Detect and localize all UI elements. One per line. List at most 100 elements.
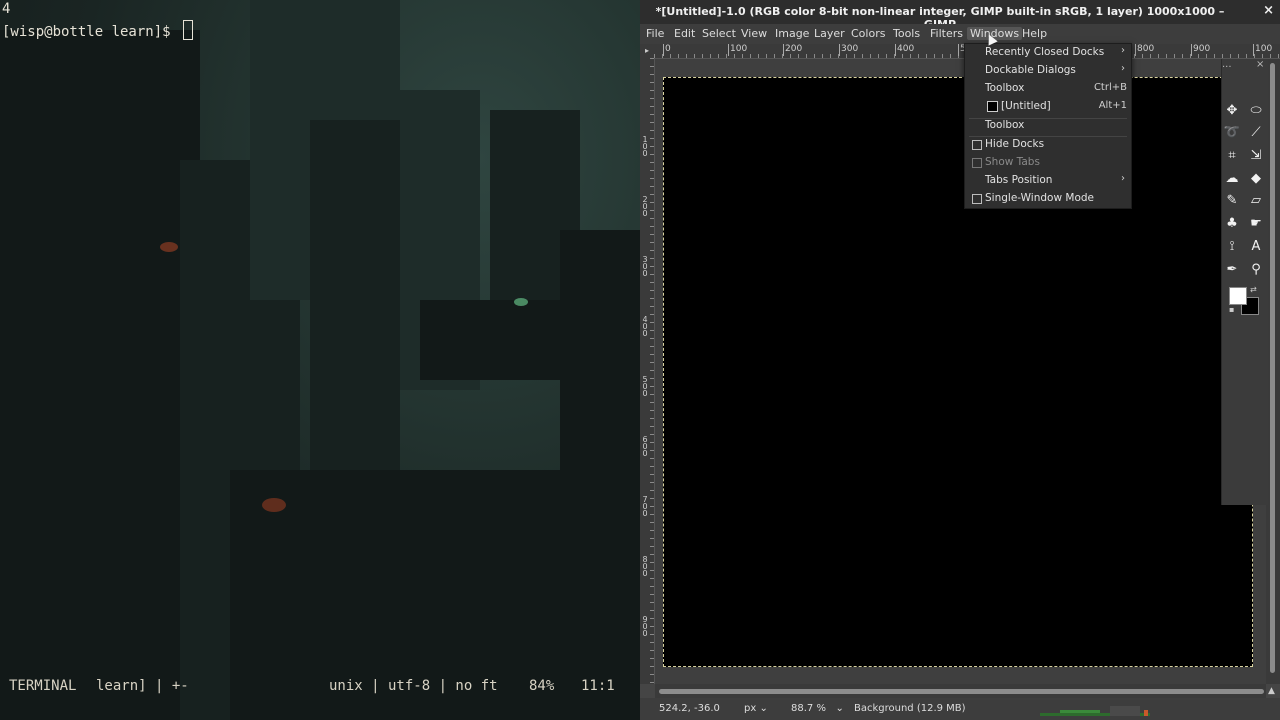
quick-mask-icon[interactable]: ▸ — [640, 44, 654, 58]
menu-image[interactable]: Image — [775, 27, 809, 40]
status-format: unix | utf-8 | no ft — [329, 678, 498, 694]
menu-shortcut: Alt+1 — [1098, 100, 1127, 111]
ruler-label: 400 — [895, 44, 915, 56]
menu-layer[interactable]: Layer — [814, 27, 845, 40]
status-mode: TERMINAL — [9, 678, 77, 694]
scroll-thumb[interactable] — [1270, 63, 1275, 673]
navigate-icon[interactable]: ▲ — [1268, 686, 1275, 696]
ruler-label: 800 — [642, 555, 648, 578]
menu-label: Hide Docks — [985, 138, 1045, 150]
zoom-select[interactable]: 88.7 % ⌄ — [791, 703, 844, 714]
smudge-tool-icon[interactable]: ☛ — [1247, 214, 1265, 232]
unit-value: px — [744, 703, 757, 714]
status-path: learn] | +- — [96, 678, 189, 694]
status-percent: 84% — [529, 678, 555, 694]
menu-tabs-position[interactable]: Tabs Position › — [965, 172, 1131, 190]
menu-dockable-dialogs[interactable]: Dockable Dialogs › — [965, 62, 1131, 80]
ruler-label: 600 — [642, 435, 648, 458]
ruler-label: 500 — [642, 375, 648, 398]
text-tool-icon[interactable]: A — [1247, 237, 1265, 255]
unit-select[interactable]: px ⌄ — [744, 703, 768, 714]
menu-toolbox[interactable]: Toolbox Ctrl+B — [965, 80, 1131, 98]
menu-label: Single-Window Mode — [985, 192, 1094, 204]
lasso-tool-icon[interactable]: ➰ — [1223, 123, 1241, 141]
clone-tool-icon[interactable]: ♣ — [1223, 214, 1241, 232]
ruler-label: 200 — [783, 44, 803, 56]
chevron-down-icon: ⌄ — [835, 703, 844, 714]
ruler-label: 400 — [642, 315, 648, 338]
menu-show-tabs[interactable]: Show Tabs — [965, 154, 1131, 172]
menu-select[interactable]: Select — [702, 27, 736, 40]
chevron-right-icon: › — [1121, 63, 1125, 74]
checkbox-icon — [972, 158, 982, 168]
menu-shortcut: Ctrl+B — [1093, 82, 1127, 93]
ruler-label: 100 — [642, 135, 648, 158]
eraser-tool-icon[interactable]: ▱ — [1247, 191, 1265, 209]
zoom-value: 88.7 % — [791, 703, 826, 714]
ruler-label: 0 — [663, 44, 671, 56]
dashboard-meter-icon — [1040, 706, 1150, 716]
fuzzy-select-tool-icon[interactable]: ⟋ — [1247, 123, 1265, 141]
terminal-statusline: TERMINAL learn] | +- unix | utf-8 | no f… — [0, 676, 640, 696]
menu-label: [Untitled] — [1001, 100, 1051, 112]
ruler-label: 700 — [642, 495, 648, 518]
menu-help[interactable]: Help — [1022, 27, 1047, 40]
menu-image-untitled[interactable]: [Untitled] Alt+1 — [965, 98, 1131, 116]
default-colors-icon[interactable]: ▪ — [1229, 305, 1234, 314]
menu-filters[interactable]: Filters — [930, 27, 963, 40]
windows-menu-dropdown: Recently Closed Docks › Dockable Dialogs… — [964, 43, 1132, 209]
bucket-fill-tool-icon[interactable]: ◆ — [1247, 169, 1265, 187]
menu-label: Toolbox — [985, 82, 1025, 94]
ruler-label: 900 — [642, 615, 648, 638]
terminal-prompt-line[interactable]: [wisp@bottle learn]$ — [2, 20, 194, 40]
menu-single-window-mode[interactable]: Single-Window Mode — [965, 190, 1131, 208]
close-icon[interactable]: × — [1256, 59, 1264, 70]
menu-recently-closed-docks[interactable]: Recently Closed Docks › — [965, 44, 1131, 62]
ruler-label: 100 — [1253, 44, 1273, 56]
menu-colors[interactable]: Colors — [851, 27, 885, 40]
close-icon[interactable]: × — [1263, 3, 1274, 18]
horizontal-scrollbar[interactable] — [655, 684, 1266, 698]
menu-file[interactable]: File — [646, 27, 664, 40]
menubar: File Edit Select View Image Layer Colors… — [640, 24, 1280, 44]
menu-toolbox-dock[interactable]: Toolbox — [965, 117, 1131, 135]
active-layer-info: Background (12.9 MB) — [854, 703, 966, 714]
zoom-tool-icon[interactable]: ⚲ — [1247, 260, 1265, 278]
ruler-label: 300 — [642, 255, 648, 278]
paths-tool-icon[interactable]: ⟟ — [1223, 237, 1241, 255]
rect-select-tool-icon[interactable]: ⬭ — [1247, 101, 1265, 119]
chevron-right-icon: › — [1121, 45, 1125, 56]
swap-colors-icon[interactable]: ⇄ — [1250, 285, 1257, 294]
color-picker-tool-icon[interactable]: ✒ — [1223, 260, 1241, 278]
menu-label: Show Tabs — [985, 156, 1040, 168]
unified-transform-tool-icon[interactable]: ⇲ — [1247, 146, 1265, 164]
warp-transform-tool-icon[interactable]: ☁ — [1223, 169, 1241, 187]
pointer-coordinates: 524.2, -36.0 — [659, 703, 720, 714]
window-titlebar[interactable]: *[Untitled]-1.0 (RGB color 8-bit non-lin… — [640, 0, 1280, 31]
vertical-scrollbar[interactable] — [1266, 59, 1280, 684]
ruler-label: 100 — [728, 44, 748, 56]
terminal-window[interactable]: 4 [wisp@bottle learn]$ TERMINAL learn] |… — [0, 0, 640, 720]
menu-tools[interactable]: Tools — [893, 27, 920, 40]
menu-label: Toolbox — [985, 119, 1025, 131]
scroll-thumb[interactable] — [659, 689, 1264, 694]
image-thumbnail-icon — [987, 101, 998, 112]
checkbox-icon — [972, 140, 982, 150]
menu-view[interactable]: View — [741, 27, 767, 40]
paintbrush-tool-icon[interactable]: ✎ — [1223, 191, 1241, 209]
image-canvas[interactable] — [663, 77, 1253, 667]
toolbox-menu-icon[interactable]: ... — [1222, 59, 1232, 70]
menu-edit[interactable]: Edit — [674, 27, 695, 40]
menu-hide-docks[interactable]: Hide Docks — [965, 136, 1131, 154]
vertical-ruler[interactable]: 100 200 300 400 500 600 700 800 900 — [640, 58, 655, 684]
chevron-down-icon: ⌄ — [759, 703, 768, 714]
menu-label: Tabs Position — [985, 174, 1053, 186]
terminal-output-line: 4 — [2, 1, 11, 17]
foreground-color-swatch[interactable] — [1229, 287, 1247, 305]
move-tool-icon[interactable]: ✥ — [1223, 101, 1241, 119]
ruler-label: 200 — [642, 195, 648, 218]
crop-tool-icon[interactable]: ⌗ — [1223, 146, 1241, 164]
ruler-label: 900 — [1191, 44, 1211, 56]
image-statusbar: 524.2, -36.0 px ⌄ 88.7 % ⌄ Background (1… — [640, 698, 1280, 720]
terminal-prompt: [wisp@bottle learn]$ — [2, 24, 180, 40]
